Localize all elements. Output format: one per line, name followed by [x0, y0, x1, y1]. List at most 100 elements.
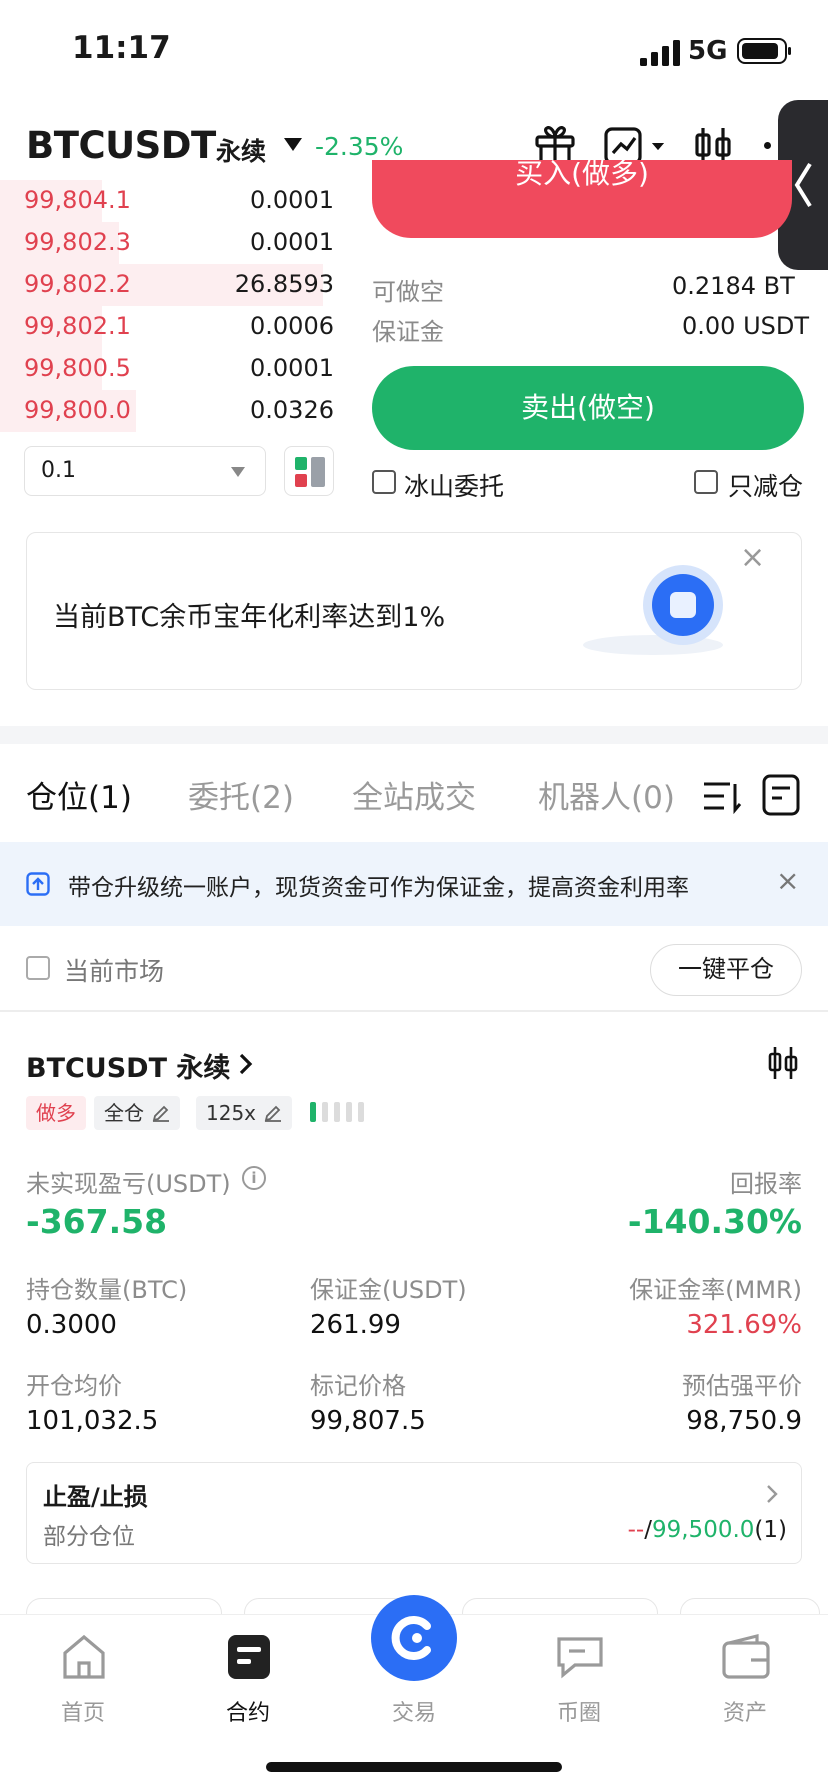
leverage-tag[interactable]: 125x	[196, 1096, 293, 1130]
sell-short-button[interactable]: 卖出(做空)	[372, 366, 804, 450]
sort-filter-icon[interactable]	[702, 778, 742, 814]
iceberg-checkbox[interactable]	[372, 470, 396, 494]
adl-indicator-icon	[310, 1102, 364, 1122]
symbol-title[interactable]: BTCUSDT	[26, 124, 216, 167]
trade-icon	[371, 1595, 457, 1681]
depth-precision-value: 0.1	[41, 458, 76, 483]
notice-close-icon[interactable]: ×	[776, 864, 799, 897]
ask-row[interactable]: 99,802.3 0.0001	[0, 222, 340, 264]
ask-qty: 0.0326	[250, 396, 334, 424]
network-type: 5G	[688, 36, 728, 66]
book-layout-icon	[295, 457, 325, 487]
available-short-label: 可做空	[372, 278, 444, 306]
tp-sl-title: 止盈/止损	[43, 1483, 148, 1511]
margin-value: 0.00 USDT	[682, 312, 810, 340]
close-all-button[interactable]: 一键平仓	[650, 944, 802, 996]
ask-price: 99,800.5	[24, 354, 131, 382]
current-market-checkbox[interactable]	[26, 956, 50, 980]
ask-price: 99,800.0	[24, 396, 131, 424]
account-upgrade-notice[interactable]: 带仓升级统一账户，现货资金可作为保证金，提高资金利用率 ×	[0, 842, 828, 926]
roe-label: 回报率	[730, 1170, 802, 1198]
upgrade-icon	[26, 872, 50, 896]
stop-loss-value: 99,500.0	[651, 1517, 755, 1543]
depth-precision-select[interactable]: 0.1	[24, 446, 266, 496]
home-icon	[63, 1634, 105, 1679]
reduce-only-checkbox[interactable]	[694, 470, 718, 494]
buy-long-button[interactable]: 买入(做多)	[372, 160, 792, 238]
take-profit-value: --	[627, 1517, 645, 1543]
position-size-label: 持仓数量(BTC)	[26, 1276, 188, 1304]
mmr-label: 保证金率(MMR)	[629, 1276, 802, 1304]
ask-row[interactable]: 99,800.5 0.0001	[0, 348, 340, 390]
tab-bots[interactable]: 机器人(0)	[538, 772, 675, 817]
ask-price: 99,802.3	[24, 228, 131, 256]
ask-row[interactable]: 99,800.0 0.0326	[0, 390, 340, 432]
nav-assets-label: 资产	[722, 1701, 767, 1726]
order-book-asks: 99,804.1 0.0001 99,802.3 0.0001 99,802.2 26…	[0, 180, 340, 440]
chevron-left-icon	[794, 162, 812, 208]
mark-price-label: 标记价格	[310, 1372, 406, 1400]
ask-qty: 0.0001	[250, 186, 334, 214]
entry-price-label: 开仓均价	[26, 1372, 122, 1400]
book-layout-toggle[interactable]	[284, 446, 334, 496]
current-market-label: 当前市场	[64, 957, 165, 986]
ask-qty: 0.0006	[250, 312, 334, 340]
community-icon	[557, 1637, 603, 1679]
signal-icon	[640, 40, 680, 66]
ask-price: 99,802.1	[24, 312, 131, 340]
position-title[interactable]: BTCUSDT 永续	[26, 1046, 230, 1085]
contract-type[interactable]: 永续	[216, 132, 266, 168]
position-size-value: 0.3000	[26, 1310, 117, 1340]
available-short-value: 0.2184 BT	[672, 272, 795, 300]
tab-orders[interactable]: 委托(2)	[188, 772, 294, 817]
tp-sl-card[interactable]: 止盈/止损 部分仓位 --/99,500.0(1)	[26, 1462, 802, 1564]
ask-row[interactable]: 99,802.2 26.8593	[0, 264, 340, 306]
promo-banner[interactable]: 当前BTC余币宝年化利率达到1%	[26, 532, 802, 690]
notice-text: 带仓升级统一账户，现货资金可作为保证金，提高资金利用率	[68, 875, 689, 901]
roe-value: -140.30%	[627, 1202, 802, 1241]
tab-market-trades[interactable]: 全站成交	[352, 772, 476, 817]
liq-price-label: 预估强平价	[682, 1372, 802, 1400]
position-margin-value: 261.99	[310, 1310, 401, 1340]
section-divider	[0, 726, 828, 744]
coin-illustration-icon	[583, 565, 723, 655]
iceberg-label: 冰山委托	[404, 472, 505, 501]
entry-price-value: 101,032.5	[26, 1406, 159, 1436]
document-icon[interactable]	[762, 774, 800, 816]
nav-trade-label: 交易	[391, 1701, 436, 1726]
edit-icon	[152, 1105, 169, 1122]
ask-qty: 26.8593	[234, 270, 334, 298]
liq-price-value: 98,750.9	[686, 1406, 802, 1436]
position-side-tag: 做多	[26, 1096, 86, 1130]
position-margin-label: 保证金(USDT)	[310, 1276, 467, 1304]
nav-home-label: 首页	[60, 1701, 105, 1726]
tp-sl-values: --/99,500.0(1)	[628, 1517, 787, 1543]
nav-community-label: 币圈	[556, 1701, 601, 1726]
more-icon[interactable]	[764, 142, 771, 149]
promo-text: 当前BTC余币宝年化利率达到1%	[53, 602, 446, 633]
ask-row[interactable]: 99,802.1 0.0006	[0, 306, 340, 348]
tp-sl-count: (1)	[754, 1517, 787, 1543]
tp-sl-separator: /	[644, 1517, 652, 1543]
chevron-right-icon	[767, 1485, 778, 1503]
margin-mode-tag[interactable]: 全仓	[94, 1096, 180, 1130]
ask-row[interactable]: 99,804.1 0.0001	[0, 180, 340, 222]
caret-down-icon[interactable]	[284, 138, 302, 151]
nav-contract-label: 合约	[225, 1701, 270, 1726]
promo-close-icon[interactable]: ×	[740, 540, 765, 575]
reduce-only-label: 只减仓	[728, 472, 804, 501]
mark-price-value: 99,807.5	[310, 1406, 426, 1436]
chevron-right-icon[interactable]	[238, 1052, 254, 1076]
margin-label: 保证金	[372, 318, 444, 346]
ask-price: 99,804.1	[24, 186, 131, 214]
contract-icon	[228, 1635, 270, 1679]
info-icon[interactable]: i	[242, 1166, 266, 1190]
home-indicator	[266, 1762, 562, 1772]
status-time: 11:17	[72, 30, 171, 66]
tp-sl-subtitle: 部分仓位	[43, 1524, 135, 1550]
buy-long-label: 买入(做多)	[515, 160, 649, 190]
candlestick-icon[interactable]	[768, 1046, 798, 1080]
tab-positions[interactable]: 仓位(1)	[26, 772, 132, 817]
edit-icon	[264, 1105, 282, 1122]
ask-price: 99,802.2	[24, 270, 131, 298]
